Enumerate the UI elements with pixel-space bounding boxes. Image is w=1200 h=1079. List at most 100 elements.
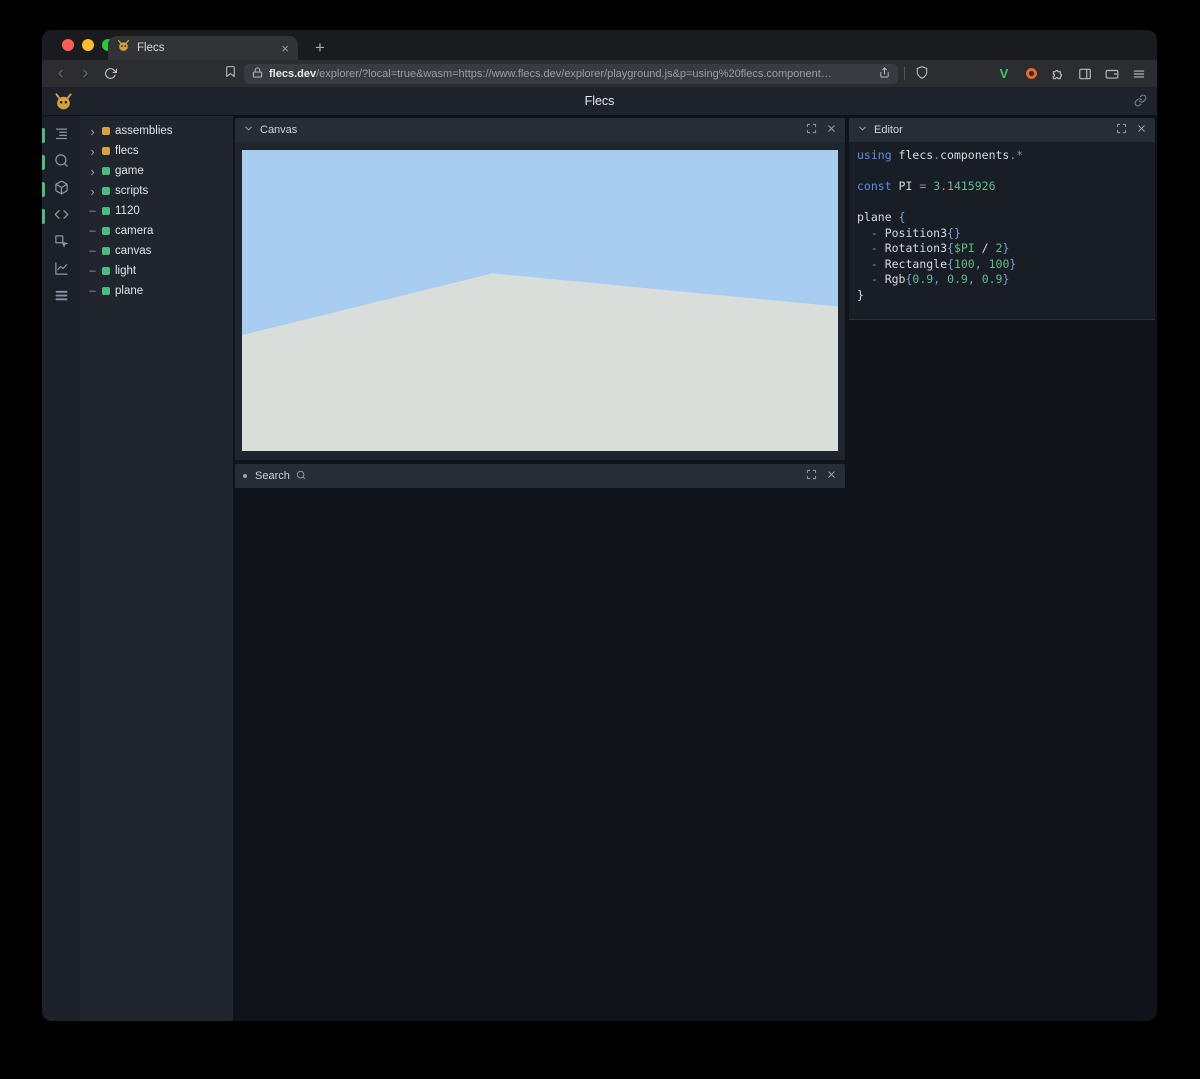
- flecs-explorer-app: Flecs ›assemblies › flecs ›game › scripts –112…: [42, 87, 1157, 1021]
- logs-icon: [54, 288, 69, 308]
- code-line: [857, 195, 1147, 211]
- tree-item-flecs[interactable]: › flecs: [80, 141, 233, 161]
- maximize-icon[interactable]: [806, 467, 817, 485]
- outliner-icon: [54, 126, 69, 146]
- expand-chevron-icon: ›: [88, 145, 97, 158]
- entity-kind-swatch: [102, 127, 110, 135]
- scene-render: [242, 150, 838, 451]
- tree-item-label: scripts: [115, 185, 148, 197]
- minimize-window-button[interactable]: [82, 39, 94, 51]
- entity-kind-swatch: [102, 247, 110, 255]
- entity-kind-swatch: [102, 227, 110, 235]
- entity-kind-swatch: [102, 187, 110, 195]
- search-panel-title: Search: [255, 470, 290, 482]
- tree-item-game[interactable]: ›game: [80, 161, 233, 181]
- editor-panel-title: Editor: [874, 124, 1110, 136]
- site-security-lock-icon[interactable]: [252, 65, 263, 83]
- canvas-3d-viewport[interactable]: [235, 142, 845, 460]
- entity-kind-swatch: [102, 207, 110, 215]
- nav-code-button[interactable]: [42, 203, 80, 230]
- extension-v-icon[interactable]: V: [994, 64, 1014, 84]
- tree-item-label: canvas: [115, 245, 151, 257]
- maximize-icon[interactable]: [1116, 121, 1127, 139]
- tree-item-1120[interactable]: –1120: [80, 201, 233, 221]
- chevron-down-icon[interactable]: [243, 121, 254, 139]
- tree-item-assemblies[interactable]: ›assemblies: [80, 121, 233, 141]
- wallet-icon[interactable]: [1102, 64, 1122, 84]
- maximize-icon[interactable]: [806, 121, 817, 139]
- share-link-icon[interactable]: [1134, 94, 1147, 112]
- search-panel-header: Search: [235, 464, 845, 488]
- tree-item-scripts[interactable]: › scripts: [80, 181, 233, 201]
- extension-ring-icon[interactable]: [1021, 64, 1041, 84]
- inspector-icon: [54, 234, 69, 254]
- tab-bar: Flecs × +: [42, 30, 1157, 60]
- entity-kind-swatch: [102, 167, 110, 175]
- bookmark-icon[interactable]: [224, 65, 237, 83]
- brave-shield-icon[interactable]: [915, 65, 929, 85]
- editor-code[interactable]: using flecs.components.* const PI = 3.14…: [849, 142, 1155, 320]
- entity-kind-swatch: [102, 267, 110, 275]
- leaf-dash-icon: –: [88, 266, 97, 277]
- canvas-panel-title: Canvas: [260, 124, 800, 136]
- entity-tree: ›assemblies › flecs ›game › scripts –1120–came…: [80, 116, 233, 1021]
- app-header: Flecs: [42, 87, 1157, 116]
- collapsed-dot-icon[interactable]: [243, 474, 247, 478]
- sidebar-toggle-icon[interactable]: [1075, 64, 1095, 84]
- new-tab-button[interactable]: +: [308, 36, 332, 60]
- chevron-down-icon[interactable]: [857, 121, 868, 139]
- leaf-dash-icon: –: [88, 206, 97, 217]
- share-icon[interactable]: [879, 65, 890, 83]
- leaf-dash-icon: –: [88, 246, 97, 257]
- active-indicator: [42, 209, 45, 224]
- entity-kind-swatch: [102, 287, 110, 295]
- close-icon[interactable]: [826, 121, 837, 139]
- code-line: [857, 164, 1147, 180]
- reload-button[interactable]: [100, 63, 121, 84]
- code-line: - Rotation3{$PI / 2}: [857, 241, 1147, 257]
- close-icon[interactable]: [826, 467, 837, 485]
- nav-inspector-button[interactable]: [42, 230, 80, 257]
- active-indicator: [42, 155, 45, 170]
- tree-item-camera[interactable]: –camera: [80, 221, 233, 241]
- left-icon-strip: [42, 116, 80, 1021]
- code-line: - Rectangle{100, 100}: [857, 257, 1147, 273]
- url-domain: flecs.dev: [269, 68, 316, 80]
- statistics-icon: [54, 261, 69, 281]
- tab-close-icon[interactable]: ×: [281, 42, 289, 55]
- expand-chevron-icon: ›: [88, 185, 97, 198]
- tree-item-canvas[interactable]: – canvas: [80, 241, 233, 261]
- nav-statistics-button[interactable]: [42, 257, 80, 284]
- nav-logs-button[interactable]: [42, 284, 80, 311]
- code-line: const PI = 3.1415926: [857, 179, 1147, 195]
- close-icon[interactable]: [1136, 121, 1147, 139]
- nav-entities-button[interactable]: [42, 176, 80, 203]
- editor-column: Editor using flecs.components.* const PI…: [847, 116, 1157, 1021]
- leaf-dash-icon: –: [88, 226, 97, 237]
- nav-outliner-button[interactable]: [42, 122, 80, 149]
- editor-empty-area: [849, 320, 1155, 1021]
- forward-button[interactable]: [75, 63, 96, 84]
- canvas-panel-header: Canvas: [235, 118, 845, 142]
- tree-item-label: flecs: [115, 145, 139, 157]
- tree-item-light[interactable]: – light: [80, 261, 233, 281]
- tree-item-label: game: [115, 165, 144, 177]
- center-empty-area: [235, 488, 845, 1021]
- editor-panel-header: Editor: [849, 118, 1155, 142]
- window-controls: [62, 39, 114, 51]
- tree-item-label: light: [115, 265, 136, 277]
- code-icon: [54, 207, 69, 227]
- browser-tab[interactable]: Flecs ×: [108, 36, 298, 60]
- back-button[interactable]: [50, 63, 71, 84]
- tab-title: Flecs: [137, 42, 274, 54]
- address-bar[interactable]: flecs.dev/explorer/?local=true&wasm=http…: [244, 64, 898, 84]
- extensions-puzzle-icon[interactable]: [1048, 64, 1068, 84]
- code-line: - Rgb{0.9, 0.9, 0.9}: [857, 272, 1147, 288]
- flecs-favicon-icon: [117, 39, 130, 57]
- url-text: flecs.dev/explorer/?local=true&wasm=http…: [269, 68, 873, 80]
- nav-search-button[interactable]: [42, 149, 80, 176]
- close-window-button[interactable]: [62, 39, 74, 51]
- app-body: ›assemblies › flecs ›game › scripts –1120–came…: [42, 116, 1157, 1021]
- menu-icon[interactable]: [1129, 64, 1149, 84]
- tree-item-plane[interactable]: –plane: [80, 281, 233, 301]
